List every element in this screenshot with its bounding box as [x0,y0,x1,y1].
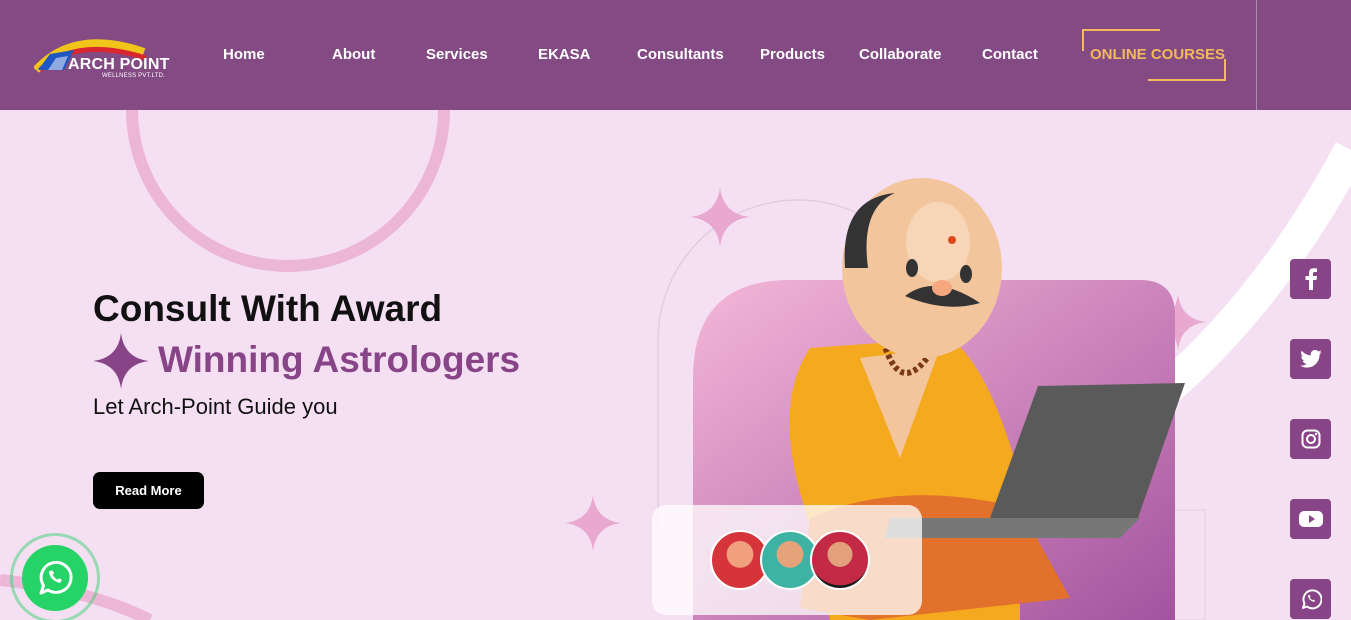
whatsapp-badge [22,545,88,611]
header-divider [1256,0,1257,110]
nav-contact[interactable]: Contact [982,46,1038,63]
hero-title-line1: Consult With Award [93,288,443,329]
online-courses-button[interactable]: ONLINE COURSES [1082,29,1226,81]
twitter-icon [1299,350,1322,368]
online-courses-label: ONLINE COURSES [1090,46,1226,63]
youtube-icon [1298,511,1323,527]
sparkle-icon [93,333,149,389]
instagram-icon [1301,429,1320,449]
site-header: ARCH POINT WELLNESS PVT.LTD. Home About … [0,0,1351,110]
youtube-link[interactable] [1290,499,1331,539]
nav-consultants[interactable]: Consultants [637,46,724,63]
whatsapp-icon [39,560,73,595]
nav-products[interactable]: Products [760,46,825,63]
nav-ekasa[interactable]: EKASA [538,46,591,63]
hero-title-line2: Winning Astrologers [158,339,521,380]
consultants-avatar-card [652,505,922,615]
facebook-link[interactable] [1290,259,1331,299]
nav-services[interactable]: Services [426,46,488,63]
whatsapp-chat-button[interactable] [10,533,100,620]
whatsapp-icon [1301,589,1322,610]
instagram-link[interactable] [1290,419,1331,459]
nav-collaborate[interactable]: Collaborate [859,46,942,63]
brand-name: ARCH POINT [68,56,170,73]
hero-subtitle: Let Arch-Point Guide you [93,394,338,419]
avatar [810,530,870,590]
nav-about[interactable]: About [332,46,375,63]
whatsapp-link[interactable] [1290,579,1331,619]
read-more-button[interactable]: Read More [93,472,204,509]
twitter-link[interactable] [1290,339,1331,379]
nav-home[interactable]: Home [223,46,265,63]
brand-tagline: WELLNESS PVT.LTD. [102,73,165,79]
sparkle-icon [565,495,621,551]
facebook-icon [1305,268,1317,290]
brand-logo[interactable]: ARCH POINT WELLNESS PVT.LTD. [34,30,184,84]
